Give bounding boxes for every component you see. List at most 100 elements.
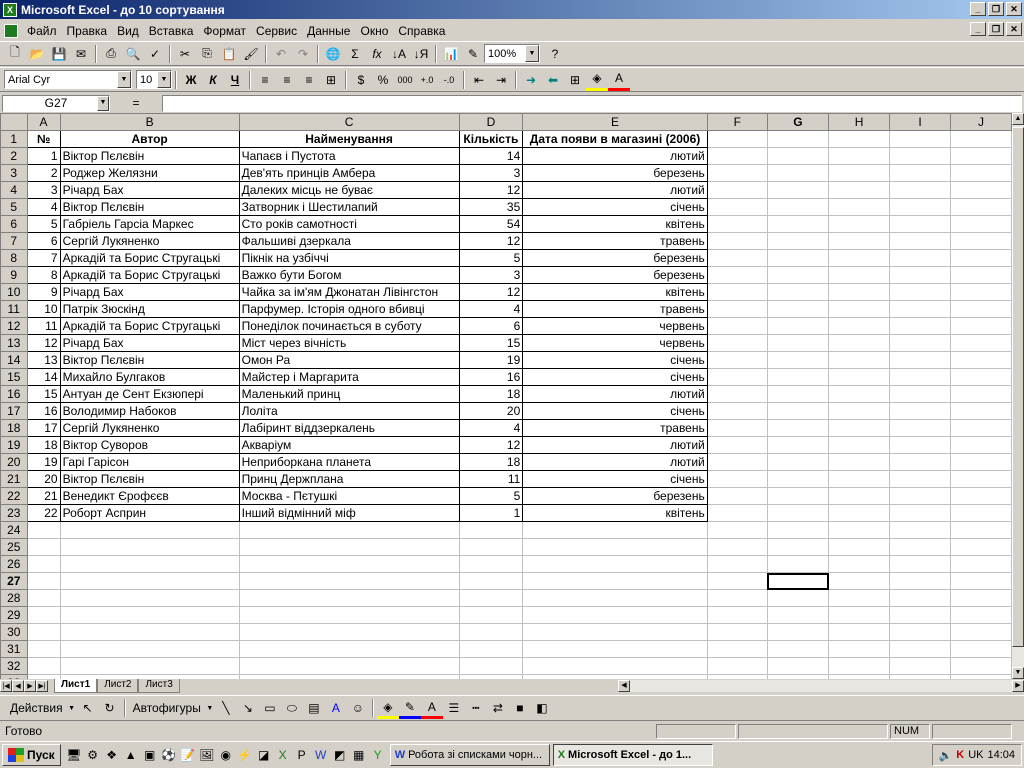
empty-cell[interactable] [238, 521, 460, 539]
table-header-cell[interactable]: Кількість [458, 130, 524, 148]
empty-cell[interactable] [828, 232, 891, 250]
empty-cell[interactable] [949, 334, 1012, 352]
empty-cell[interactable] [766, 538, 830, 556]
empty-cell[interactable] [766, 419, 830, 437]
empty-cell[interactable] [706, 436, 768, 454]
cell-title[interactable]: Акваріум [238, 436, 460, 454]
chevron-down-icon[interactable]: ▼ [97, 95, 109, 111]
empty-cell[interactable] [828, 470, 891, 488]
cell-number[interactable]: 6 [26, 232, 61, 250]
empty-cell[interactable] [522, 640, 708, 658]
empty-cell[interactable] [828, 368, 891, 386]
column-header[interactable]: J [949, 113, 1012, 131]
empty-cell[interactable] [949, 300, 1012, 318]
cell-title[interactable]: Лоліта [238, 402, 460, 420]
cell-quantity[interactable]: 5 [458, 487, 524, 505]
cell-author[interactable]: Сергій Лукяненко [59, 419, 240, 437]
row-header[interactable]: 29 [0, 606, 28, 624]
empty-cell[interactable] [889, 504, 951, 522]
oval-icon[interactable]: ⬭ [281, 697, 303, 719]
zoom-select[interactable]: 100% ▼ [484, 44, 540, 63]
row-header[interactable]: 17 [0, 402, 28, 420]
scroll-left-icon[interactable]: ◀ [618, 680, 630, 692]
start-button[interactable]: Пуск [2, 744, 61, 766]
cell-number[interactable]: 11 [26, 317, 61, 335]
row-header[interactable]: 4 [0, 181, 28, 199]
app-icon[interactable]: ▦ [350, 746, 368, 764]
percent-icon[interactable]: % [372, 69, 394, 91]
cell-number[interactable]: 4 [26, 198, 61, 216]
cell-date[interactable]: лютий [522, 147, 708, 165]
empty-cell[interactable] [889, 283, 951, 301]
arrow-icon[interactable]: ↘ [237, 697, 259, 719]
minimize-button[interactable]: _ [970, 2, 986, 16]
empty-cell[interactable] [949, 623, 1012, 641]
sheet-tab[interactable]: Лист3 [138, 679, 180, 693]
empty-cell[interactable] [458, 589, 524, 607]
column-header[interactable]: G [766, 113, 830, 131]
cell-title[interactable]: Москва - Пєтушкі [238, 487, 460, 505]
chevron-down-icon[interactable]: ▼ [157, 71, 171, 88]
empty-cell[interactable] [828, 640, 891, 658]
empty-cell[interactable] [889, 419, 951, 437]
app-icon[interactable]: 📝 [179, 746, 197, 764]
empty-cell[interactable] [949, 130, 1012, 148]
textbox-icon[interactable]: ▤ [303, 697, 325, 719]
empty-cell[interactable] [889, 317, 951, 335]
cell-number[interactable]: 20 [26, 470, 61, 488]
empty-cell[interactable] [766, 606, 830, 624]
empty-cell[interactable] [828, 623, 891, 641]
empty-cell[interactable] [949, 368, 1012, 386]
empty-cell[interactable] [828, 130, 891, 148]
menu-data[interactable]: Данные [302, 24, 355, 38]
increase-indent-icon[interactable]: ⇥ [490, 69, 512, 91]
empty-cell[interactable] [828, 147, 891, 165]
cell-date[interactable]: квітень [522, 504, 708, 522]
empty-cell[interactable] [949, 198, 1012, 216]
cell-quantity[interactable]: 3 [458, 266, 524, 284]
autosum-icon[interactable]: Σ [344, 43, 366, 65]
name-box[interactable]: G27 ▼ [2, 94, 110, 112]
row-header[interactable]: 10 [0, 283, 28, 301]
empty-cell[interactable] [59, 555, 240, 573]
app-icon[interactable]: Y [369, 746, 387, 764]
empty-cell[interactable] [828, 351, 891, 369]
empty-cell[interactable] [706, 589, 768, 607]
empty-cell[interactable] [828, 283, 891, 301]
cell-number[interactable]: 9 [26, 283, 61, 301]
first-sheet-icon[interactable]: |◀ [0, 680, 12, 692]
cell-number[interactable]: 15 [26, 385, 61, 403]
row-header[interactable]: 25 [0, 538, 28, 556]
align-center-icon[interactable]: ≡ [276, 69, 298, 91]
row-header[interactable]: 16 [0, 385, 28, 403]
empty-cell[interactable] [706, 317, 768, 335]
copy-icon[interactable]: ⎘ [196, 43, 218, 65]
row-header[interactable]: 1 [0, 130, 28, 148]
align-left-icon[interactable]: ≡ [254, 69, 276, 91]
sheet-tab[interactable]: Лист1 [54, 679, 98, 693]
app-icon[interactable]: ⚽ [160, 746, 178, 764]
empty-cell[interactable] [766, 487, 830, 505]
empty-cell[interactable] [766, 351, 830, 369]
empty-cell[interactable] [706, 130, 768, 148]
font-color-icon[interactable]: A [608, 69, 630, 91]
free-rotate-icon[interactable]: ↻ [99, 697, 121, 719]
row-header[interactable]: 23 [0, 504, 28, 522]
empty-cell[interactable] [889, 606, 951, 624]
cell-date[interactable]: березень [522, 487, 708, 505]
app-icon[interactable]: ❖ [103, 746, 121, 764]
empty-cell[interactable] [889, 266, 951, 284]
arrow-style-icon[interactable]: ⇄ [487, 697, 509, 719]
cell-quantity[interactable]: 12 [458, 181, 524, 199]
sheet-tab[interactable]: Лист2 [97, 679, 139, 693]
empty-cell[interactable] [766, 147, 830, 165]
row-header[interactable]: 15 [0, 368, 28, 386]
cell-title[interactable]: Лабіринт віддзеркалень [238, 419, 460, 437]
menu-file[interactable]: Файл [22, 24, 62, 38]
empty-cell[interactable] [949, 283, 1012, 301]
empty-cell[interactable] [889, 300, 951, 318]
cell-title[interactable]: Фальшиві дзеркала [238, 232, 460, 250]
empty-cell[interactable] [828, 317, 891, 335]
empty-cell[interactable] [889, 147, 951, 165]
empty-cell[interactable] [889, 589, 951, 607]
